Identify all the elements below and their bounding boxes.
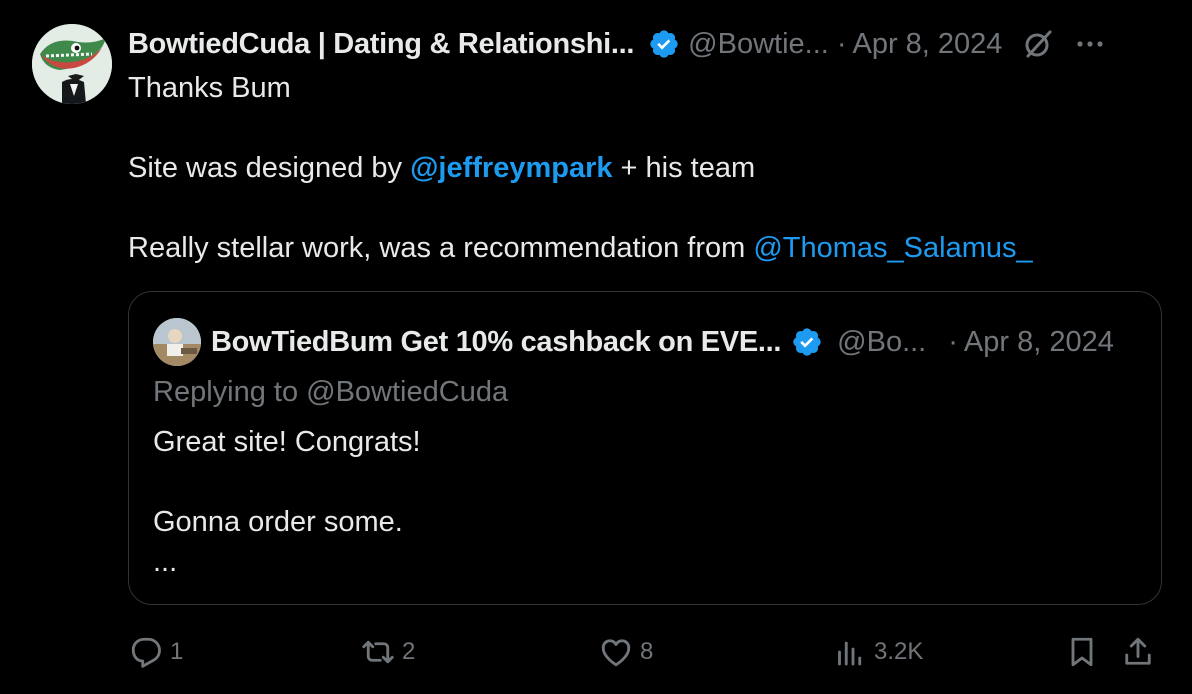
tweet-line-text: Really stellar work, was a recommendatio… [128, 232, 754, 264]
verified-badge-icon [648, 28, 680, 60]
quoted-author-avatar[interactable] [153, 318, 201, 366]
author-name[interactable]: BowtiedCuda | Dating & Relationshi... [128, 28, 634, 61]
reply-icon [131, 637, 161, 668]
more-options-icon[interactable] [1072, 26, 1108, 62]
bookmark-button[interactable] [1064, 632, 1100, 672]
tweet-line: Thanks Bum [128, 68, 1158, 108]
reply-count: 1 [170, 638, 184, 665]
bookmark-icon [1071, 637, 1093, 667]
quoted-avatar-icon [153, 318, 201, 366]
quoted-tweet-date[interactable]: Apr 8, 2024 [964, 326, 1114, 359]
reply-button[interactable]: 1 [128, 632, 183, 672]
tweet-header: BowtiedCuda | Dating & Relationshi... @B… [128, 24, 1168, 64]
quoted-line: Great site! Congrats! [153, 426, 421, 458]
quoted-tweet-text: Great site! Congrats! Gonna order some. … [153, 422, 421, 582]
heart-icon [601, 639, 631, 667]
quoted-author-name[interactable]: BowTiedBum Get 10% cashback on EVE... [211, 326, 781, 359]
tweet-line-text: Site was designed by [128, 152, 411, 184]
views-icon [838, 641, 862, 666]
action-bar: 1 2 8 3.2K [128, 632, 1168, 672]
verified-badge-icon [791, 326, 823, 358]
repost-button[interactable]: 2 [360, 632, 415, 672]
repost-icon [362, 640, 394, 664]
like-button[interactable]: 8 [598, 632, 653, 672]
quoted-tweet[interactable]: BowTiedBum Get 10% cashback on EVE... @B… [128, 291, 1162, 605]
quoted-author-handle[interactable]: @Bo... [837, 326, 926, 359]
quoted-line: Gonna order some. [153, 506, 403, 538]
views-count: 3.2K [874, 638, 924, 665]
like-count: 8 [640, 638, 654, 665]
mention-link[interactable]: @jeffreympark [410, 152, 612, 184]
mention-link[interactable]: @Thomas_Salamus_ [753, 232, 1032, 264]
grok-icon[interactable] [1020, 26, 1056, 62]
share-button[interactable] [1120, 632, 1156, 672]
quoted-line: ... [153, 546, 178, 578]
tweet-text: Thanks Bum Site was designed by @jeffrey… [128, 68, 1158, 268]
replying-to: Replying to @BowtiedCuda [153, 376, 509, 408]
barracuda-avatar-icon [32, 24, 112, 104]
tweet-line: Site was designed by @jeffreympark + his… [128, 148, 1158, 188]
tweet[interactable]: BowtiedCuda | Dating & Relationshi... @B… [0, 0, 1192, 694]
tweet-date[interactable]: Apr 8, 2024 [852, 28, 1002, 61]
separator-dot: · [836, 27, 847, 60]
tweet-line-text: Thanks Bum [128, 72, 291, 104]
share-icon [1125, 637, 1151, 665]
tweet-line: Really stellar work, was a recommendatio… [128, 228, 1158, 268]
repost-count: 2 [402, 638, 416, 665]
quoted-tweet-header: BowTiedBum Get 10% cashback on EVE... @B… [153, 318, 1143, 366]
author-handle[interactable]: @Bowtie... [688, 28, 829, 61]
views-button[interactable]: 3.2K [832, 632, 923, 672]
tweet-line-text: + his team [612, 152, 756, 184]
separator-dot: · [948, 325, 958, 358]
author-avatar[interactable] [32, 24, 112, 104]
